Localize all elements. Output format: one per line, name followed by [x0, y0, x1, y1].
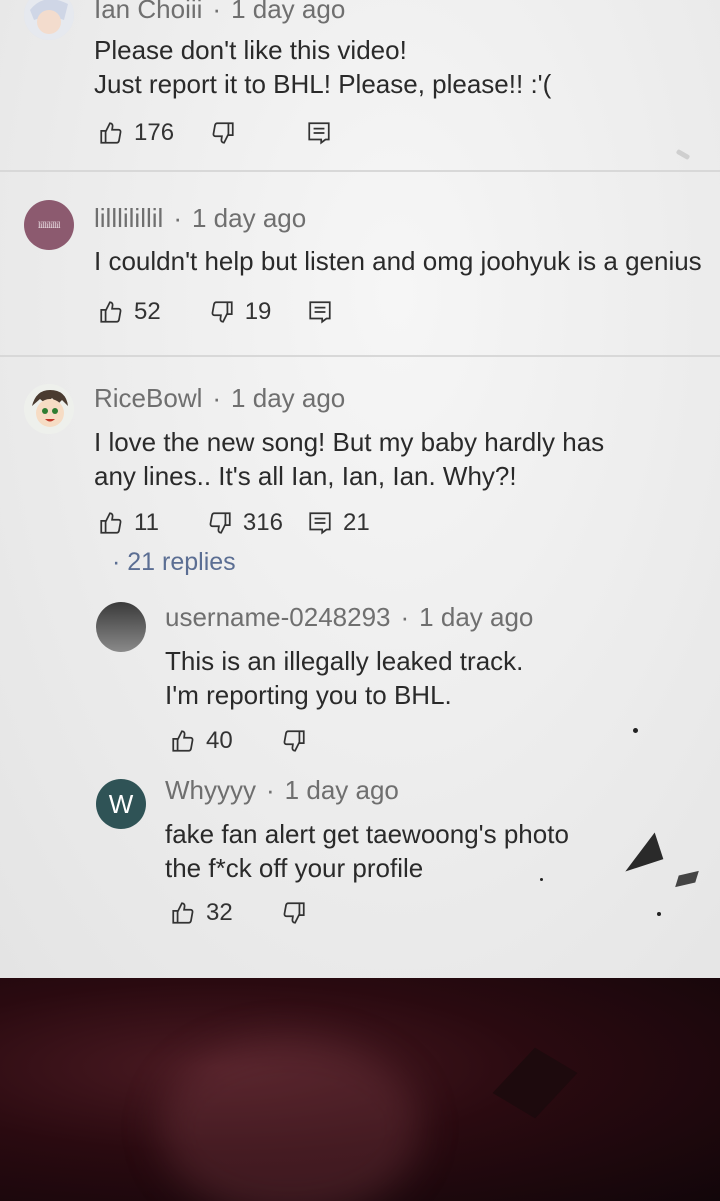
reply-line: This is an illegally leaked track.: [165, 646, 524, 676]
reply-actions: 32: [170, 896, 307, 930]
comment-time: 1 day ago: [231, 383, 346, 413]
dislike-count: 316: [242, 509, 283, 536]
view-replies-link[interactable]: · 21 replies: [112, 548, 236, 577]
comment-time: 1 day ago: [192, 203, 307, 233]
reply-time: 1 day ago: [419, 602, 534, 632]
comment-meta: Ian Choiii · 1 day ago: [94, 0, 345, 25]
replies-link-label: 21 replies: [127, 548, 236, 576]
reply-username[interactable]: username-0248293: [165, 602, 391, 632]
divider: [0, 355, 720, 357]
background-shape: [492, 1047, 578, 1119]
avatar[interactable]: [24, 384, 74, 434]
comment-line: I couldn't help but listen and omg joohy…: [94, 246, 702, 276]
comment-text: Please don't like this video! Just repor…: [94, 33, 551, 101]
dark-background-panel: [0, 978, 720, 1201]
dislike-button[interactable]: 316: [207, 509, 283, 537]
like-button[interactable]: 11: [98, 509, 159, 537]
like-count: 32: [206, 899, 233, 926]
dislike-button[interactable]: 19: [209, 298, 272, 326]
like-button[interactable]: 176: [98, 119, 174, 147]
thumbs-down-icon: [209, 512, 231, 534]
comment-icon: [309, 512, 331, 535]
avatar-letter: W: [108, 788, 134, 819]
cartoon-boy-avatar-icon: [24, 384, 74, 434]
comment-actions: 176: [98, 116, 332, 150]
thumbs-down-icon: [211, 301, 233, 323]
avatar[interactable]: W: [96, 779, 146, 829]
reply-time: 1 day ago: [284, 775, 399, 805]
comment-actions: 11 316 21: [98, 506, 370, 540]
thumbs-up-icon: [100, 512, 122, 534]
debris-speck: [675, 148, 691, 161]
like-button[interactable]: 52: [98, 298, 161, 326]
thumbs-up-icon: [172, 902, 194, 924]
comments-panel: Ian Choiii · 1 day ago Please don't like t…: [0, 0, 720, 978]
bullet-dot: ·: [112, 548, 128, 576]
reply-username[interactable]: Whyyyy: [165, 775, 256, 805]
debris-speck: [633, 728, 638, 733]
comment-icon: [308, 122, 330, 145]
like-button[interactable]: 32: [170, 899, 233, 927]
comment-username[interactable]: Ian Choiii: [94, 0, 202, 24]
avatar[interactable]: lillilillil: [24, 200, 74, 250]
reply-button[interactable]: [306, 120, 332, 146]
like-count: 176: [134, 119, 175, 146]
like-count: 11: [134, 509, 159, 536]
comment-username[interactable]: RiceBowl: [94, 383, 202, 413]
comment-text: I couldn't help but listen and omg joohy…: [94, 244, 702, 278]
debris-shard: [675, 870, 699, 888]
thumbs-up-icon: [100, 301, 122, 323]
thumbs-down-icon: [212, 122, 234, 144]
dislike-count: 19: [244, 298, 272, 325]
thumbs-up-icon: [172, 730, 194, 752]
reply-line: I'm reporting you to BHL.: [165, 680, 452, 710]
reply-meta: username-0248293 · 1 day ago: [165, 602, 534, 632]
anime-avatar-icon: [24, 0, 74, 40]
reply-button[interactable]: [307, 299, 333, 325]
dislike-button[interactable]: [210, 120, 236, 146]
reply-count: 21: [342, 509, 370, 536]
debris-speck: [657, 912, 661, 916]
reply-line: fake fan alert get taewoong's photo: [165, 819, 569, 849]
background-shape: [160, 1038, 420, 1201]
thumbs-down-icon: [283, 730, 305, 752]
like-count: 52: [134, 298, 161, 325]
avatar[interactable]: [24, 0, 74, 40]
debris-shard: [616, 832, 664, 872]
comment-actions: 52 19: [98, 295, 333, 329]
like-button[interactable]: 40: [170, 727, 233, 755]
comment-line: Please don't like this video!: [94, 35, 407, 65]
comment-meta: lilllilillil · 1 day ago: [94, 203, 307, 233]
reply-button[interactable]: 21: [307, 509, 370, 537]
avatar[interactable]: [96, 602, 146, 652]
divider: [0, 170, 720, 172]
comment-time: 1 day ago: [231, 0, 346, 24]
reply-meta: Whyyyy · 1 day ago: [165, 775, 399, 805]
reply-actions: 40: [170, 724, 307, 758]
dislike-button[interactable]: [281, 900, 307, 926]
reply-line: the f*ck off your profile: [165, 853, 424, 883]
comment-text: I love the new song! But my baby hardly …: [94, 425, 604, 493]
dislike-button[interactable]: [281, 728, 307, 754]
comment-meta: RiceBowl · 1 day ago: [94, 383, 346, 413]
reply-text: This is an illegally leaked track. I'm r…: [165, 644, 523, 712]
thumbs-down-icon: [283, 902, 305, 924]
comment-line: any lines.. It's all Ian, Ian, Ian. Why?…: [94, 461, 517, 491]
avatar-text: lillilillil: [37, 220, 61, 230]
comment-icon: [309, 301, 332, 324]
comment-username[interactable]: lilllilillil: [94, 203, 163, 233]
debris-speck: [540, 878, 543, 881]
reply-text: fake fan alert get taewoong's photo the …: [165, 817, 569, 885]
like-count: 40: [206, 727, 233, 754]
thumbs-up-icon: [100, 122, 122, 144]
comment-line: Just report it to BHL! Please, please!! …: [94, 69, 552, 99]
comment-line: I love the new song! But my baby hardly …: [94, 427, 605, 457]
